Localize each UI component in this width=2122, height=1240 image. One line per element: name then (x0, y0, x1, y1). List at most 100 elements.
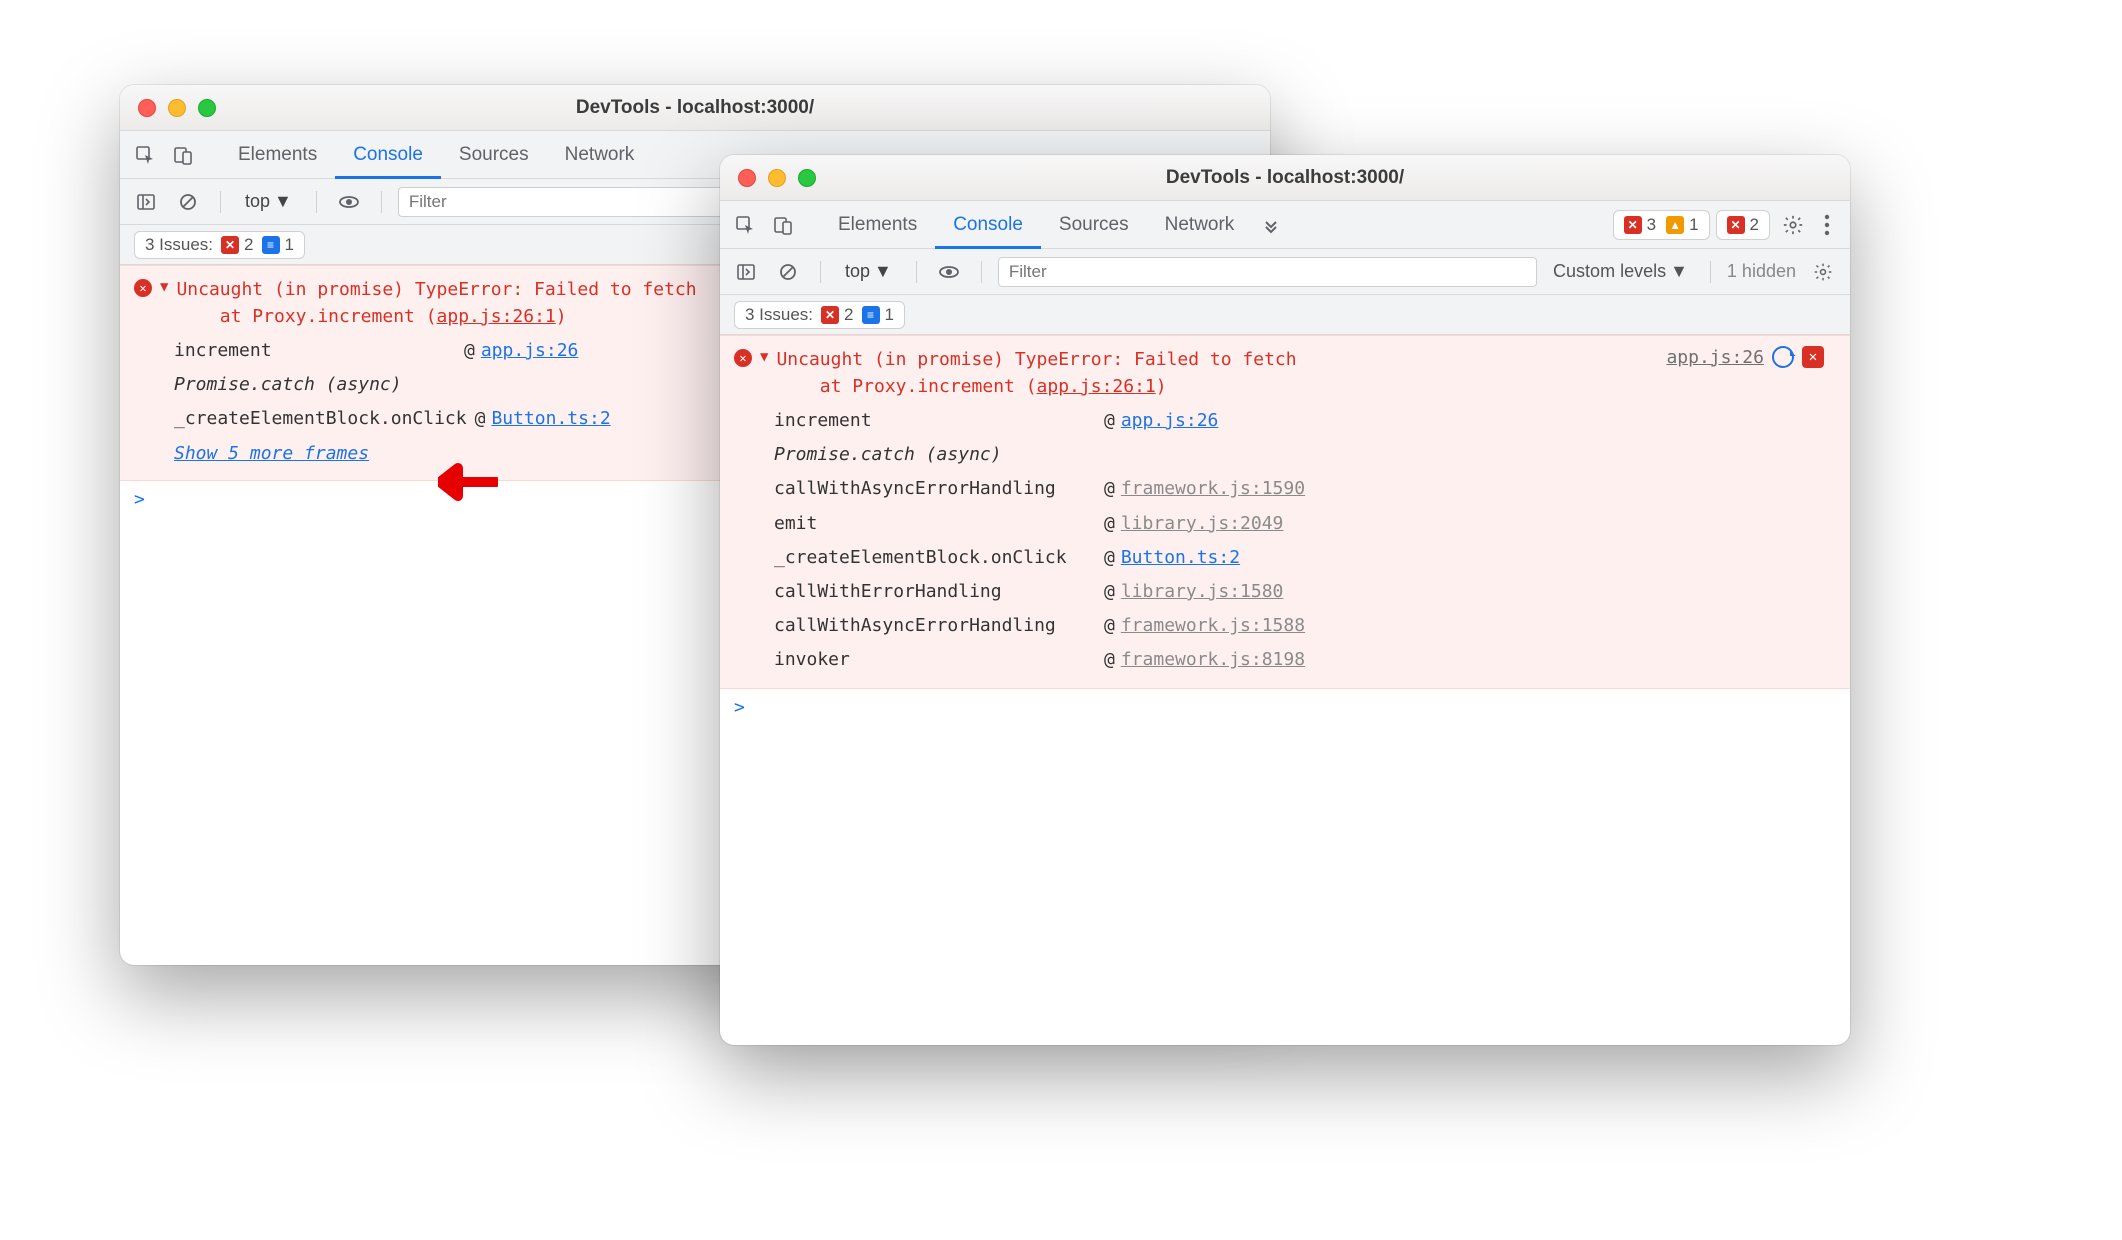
window-title: DevTools - localhost:3000/ (120, 97, 1270, 119)
live-expression-icon[interactable] (333, 186, 365, 218)
dismiss-error-icon[interactable]: ✕ (1802, 346, 1824, 368)
message-icon: ≡ (862, 306, 880, 324)
tab-sources[interactable]: Sources (1041, 201, 1147, 248)
window-minimize-button[interactable] (168, 99, 186, 117)
stack-trace-expanded: increment@app.js:26Promise.catch (async)… (720, 402, 1850, 680)
stack-source-link[interactable]: app.js:26 (481, 334, 579, 368)
issues-message-count: 1 (285, 235, 294, 255)
window-zoom-button[interactable] (798, 169, 816, 187)
console-subbar: top ▼ Custom levels ▼ 1 hidden (720, 249, 1850, 295)
hidden-count[interactable]: 1 hidden (1727, 261, 1796, 282)
tab-console[interactable]: Console (335, 131, 441, 178)
window-zoom-button[interactable] (198, 99, 216, 117)
stack-row: increment@app.js:26 (774, 404, 1836, 438)
stack-at: @ (1104, 472, 1121, 506)
issues-error-count: 2 (844, 305, 853, 325)
context-label: top (845, 261, 870, 282)
tab-elements[interactable]: Elements (820, 201, 935, 248)
error-expand-caret[interactable]: ▼ (160, 279, 168, 295)
message-icon: ≡ (262, 236, 280, 254)
context-selector[interactable]: top ▼ (237, 187, 300, 216)
window-minimize-button[interactable] (768, 169, 786, 187)
log-levels-selector[interactable]: Custom levels ▼ (1547, 261, 1694, 282)
blocked-badges[interactable]: ✕2 (1716, 210, 1770, 240)
inspect-icon[interactable] (126, 136, 164, 174)
stack-at: @ (1104, 541, 1121, 575)
console-prompt[interactable]: > (720, 689, 1850, 726)
settings-icon[interactable] (1776, 208, 1810, 242)
stack-row: emit@library.js:2049 (774, 507, 1836, 541)
device-toggle-icon[interactable] (164, 136, 202, 174)
inspect-icon[interactable] (726, 206, 764, 244)
tab-elements[interactable]: Elements (220, 131, 335, 178)
tab-network[interactable]: Network (1147, 201, 1253, 248)
dropdown-icon: ▼ (874, 261, 892, 282)
blocked-count: 2 (1750, 215, 1759, 235)
clear-console-icon[interactable] (172, 186, 204, 218)
error-icon: ✕ (221, 236, 239, 254)
titlebar: DevTools - localhost:3000/ (120, 85, 1270, 131)
stack-row: invoker@framework.js:8198 (774, 643, 1836, 677)
window-title: DevTools - localhost:3000/ (720, 167, 1850, 189)
window-close-button[interactable] (138, 99, 156, 117)
live-expression-icon[interactable] (933, 256, 965, 288)
console-settings-icon[interactable] (1806, 255, 1840, 289)
stack-at: @ (464, 334, 481, 368)
dropdown-icon: ▼ (1670, 261, 1688, 282)
issues-message-count: 1 (885, 305, 894, 325)
status-badges[interactable]: ✕3 ▲1 (1613, 210, 1710, 240)
filter-input[interactable] (998, 257, 1537, 287)
issues-chip[interactable]: 3 Issues: ✕ 2 ≡ 1 (134, 231, 305, 259)
stack-function: callWithAsyncErrorHandling (774, 609, 1104, 643)
stack-at: @ (475, 402, 492, 436)
issues-error-count: 2 (244, 235, 253, 255)
tab-sources[interactable]: Sources (441, 131, 547, 178)
error-icon: ✕ (1624, 216, 1642, 234)
stack-row: _createElementBlock.onClick@Button.ts:2 (774, 541, 1836, 575)
stack-at: @ (1104, 643, 1121, 677)
stack-source-link[interactable]: framework.js:8198 (1121, 643, 1305, 677)
dropdown-icon: ▼ (274, 191, 292, 212)
error-expand-caret[interactable]: ▼ (760, 349, 768, 365)
error-source-link[interactable]: app.js:26 (1666, 347, 1764, 368)
show-more-frames-link[interactable]: Show 5 more frames (174, 443, 369, 464)
clear-console-icon[interactable] (772, 256, 804, 288)
stack-function: callWithErrorHandling (774, 575, 1104, 609)
more-tabs-icon[interactable] (1252, 206, 1290, 244)
context-selector[interactable]: top ▼ (837, 257, 900, 286)
error-location-link[interactable]: app.js:26:1 (1037, 376, 1156, 397)
prompt-chevron-icon: > (734, 697, 745, 718)
stack-at: @ (1104, 575, 1121, 609)
devtools-window-expanded: DevTools - localhost:3000/ Elements Cons… (720, 155, 1850, 1045)
warning-count: 1 (1689, 215, 1698, 235)
stack-source-link[interactable]: app.js:26 (1121, 404, 1219, 438)
stack-function: increment (174, 334, 464, 368)
more-icon[interactable] (1810, 208, 1844, 242)
tab-network[interactable]: Network (547, 131, 653, 178)
stack-row: callWithAsyncErrorHandling@framework.js:… (774, 609, 1836, 643)
error-message: Uncaught (in promise) TypeError: Failed … (776, 346, 1658, 400)
issues-label: 3 Issues: (145, 235, 213, 255)
error-x-icon: ✕ (134, 279, 152, 297)
warning-icon: ▲ (1666, 216, 1684, 234)
stack-row: Promise.catch (async) (774, 438, 1836, 472)
stack-row: callWithAsyncErrorHandling@framework.js:… (774, 472, 1836, 506)
stack-function: _createElementBlock.onClick (774, 541, 1104, 575)
stack-source-link[interactable]: Button.ts:2 (491, 402, 610, 436)
error-location-link[interactable]: app.js:26:1 (437, 306, 556, 327)
tab-console[interactable]: Console (935, 201, 1041, 248)
levels-label: Custom levels (1553, 261, 1666, 282)
console-sidebar-toggle-icon[interactable] (130, 186, 162, 218)
context-label: top (245, 191, 270, 212)
console-sidebar-toggle-icon[interactable] (730, 256, 762, 288)
stack-at: @ (1104, 609, 1121, 643)
stack-source-link[interactable]: framework.js:1588 (1121, 609, 1305, 643)
reload-icon[interactable] (1772, 346, 1794, 368)
device-toggle-icon[interactable] (764, 206, 802, 244)
stack-source-link[interactable]: library.js:1580 (1121, 575, 1284, 609)
stack-source-link[interactable]: library.js:2049 (1121, 507, 1284, 541)
window-close-button[interactable] (738, 169, 756, 187)
issues-chip[interactable]: 3 Issues: ✕2 ≡1 (734, 301, 905, 329)
stack-source-link[interactable]: Button.ts:2 (1121, 541, 1240, 575)
stack-source-link[interactable]: framework.js:1590 (1121, 472, 1305, 506)
